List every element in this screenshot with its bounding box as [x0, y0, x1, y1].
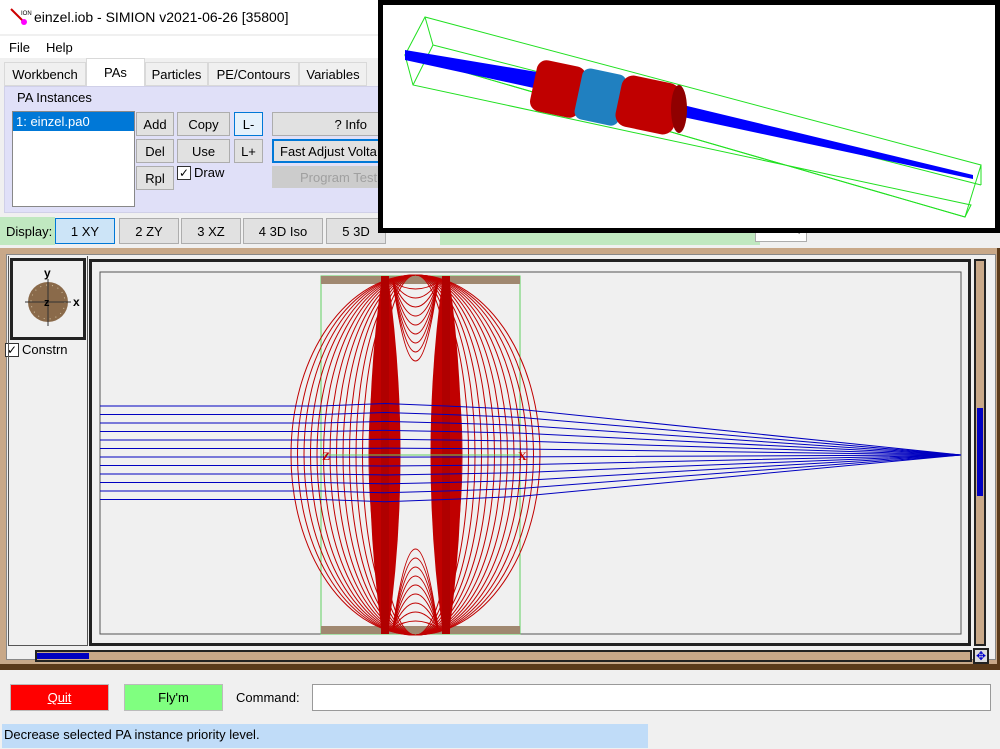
display-label-text: Display:: [6, 223, 53, 239]
scrollbar-thumb[interactable]: [37, 653, 89, 659]
pa-instance-label: 1: einzel.pa0: [16, 114, 90, 129]
pa-instance-list[interactable]: 1: einzel.pa0: [12, 111, 135, 207]
command-label: Command:: [236, 690, 300, 705]
status-text: Decrease selected PA instance priority l…: [4, 727, 260, 742]
pan-move-icon[interactable]: ✥: [973, 648, 989, 664]
svg-text:ION: ION: [21, 11, 32, 17]
quit-label: Quit: [47, 690, 72, 705]
3d-preview-overlay: [378, 0, 1000, 233]
tab-variables[interactable]: Variables: [299, 62, 367, 86]
menu-file[interactable]: File: [9, 40, 30, 55]
draw-label: Draw: [194, 165, 225, 180]
use-button[interactable]: Use: [177, 139, 230, 163]
center-label-z: Z: [322, 449, 330, 463]
tab-pe-contours[interactable]: PE/Contours: [208, 62, 299, 86]
view-5-3d-button[interactable]: 5 3D: [326, 218, 386, 244]
beam: [405, 50, 543, 90]
copy-button[interactable]: Copy: [177, 112, 230, 136]
tab-label: Particles: [151, 66, 202, 82]
command-input[interactable]: [312, 684, 991, 711]
einzel-lens-cylinders: [530, 60, 687, 135]
draw-checkbox[interactable]: ✓ Draw: [177, 165, 224, 180]
del-button[interactable]: Del: [136, 139, 174, 163]
pa-instance-item[interactable]: 1: einzel.pa0: [13, 112, 134, 131]
window-title: einzel.iob - SIMION v2021-06-26 [35800]: [34, 9, 289, 25]
l-minus-button[interactable]: L-: [234, 112, 263, 136]
program-test-button: Program Test: [272, 166, 380, 188]
vertical-scrollbar[interactable]: [974, 259, 986, 646]
view-4-3d-iso-button[interactable]: 4 3D Iso: [243, 218, 323, 244]
rpl-button[interactable]: Rpl: [136, 166, 174, 190]
electrode-top: [321, 276, 520, 284]
quit-button[interactable]: Quit: [10, 684, 109, 711]
flym-button[interactable]: Fly'm: [124, 684, 223, 711]
fast-adjust-voltages-button[interactable]: Fast Adjust Volta: [272, 139, 380, 163]
checkbox-checked-icon: ✓: [177, 165, 191, 180]
menu-help[interactable]: Help: [46, 40, 73, 55]
horizontal-scrollbar[interactable]: [35, 650, 972, 662]
tab-label: PAs: [104, 65, 127, 80]
add-button[interactable]: Add: [136, 112, 174, 136]
status-bar: Decrease selected PA instance priority l…: [0, 722, 1000, 749]
tab-particles[interactable]: Particles: [145, 62, 208, 86]
pa-instances-label: PA Instances: [17, 90, 92, 105]
tab-label: Workbench: [12, 66, 78, 82]
menu-bar: File Help: [0, 36, 380, 58]
center-label-x: X: [518, 449, 527, 463]
display-label: Display:: [0, 217, 55, 245]
view-2-zy-button[interactable]: 2 ZY: [119, 218, 179, 244]
view-3-xz-button[interactable]: 3 XZ: [181, 218, 241, 244]
beam-exit: [683, 105, 973, 179]
tab-label: Variables: [306, 66, 360, 82]
electrode-bottom: [321, 626, 520, 634]
left-pane-border: [8, 256, 88, 646]
view-1-xy-button[interactable]: 1 XY: [55, 218, 115, 244]
tab-workbench[interactable]: Workbench: [4, 62, 86, 86]
tab-pas[interactable]: PAs: [86, 58, 145, 86]
info-button[interactable]: ? Info: [272, 112, 380, 136]
scrollbar-thumb[interactable]: [977, 408, 983, 496]
workbench-view[interactable]: ZX: [89, 259, 971, 646]
l-plus-button[interactable]: L+: [234, 139, 263, 163]
simion-ion-icon: ION: [10, 8, 32, 28]
tab-label: PE/Contours: [216, 66, 291, 82]
